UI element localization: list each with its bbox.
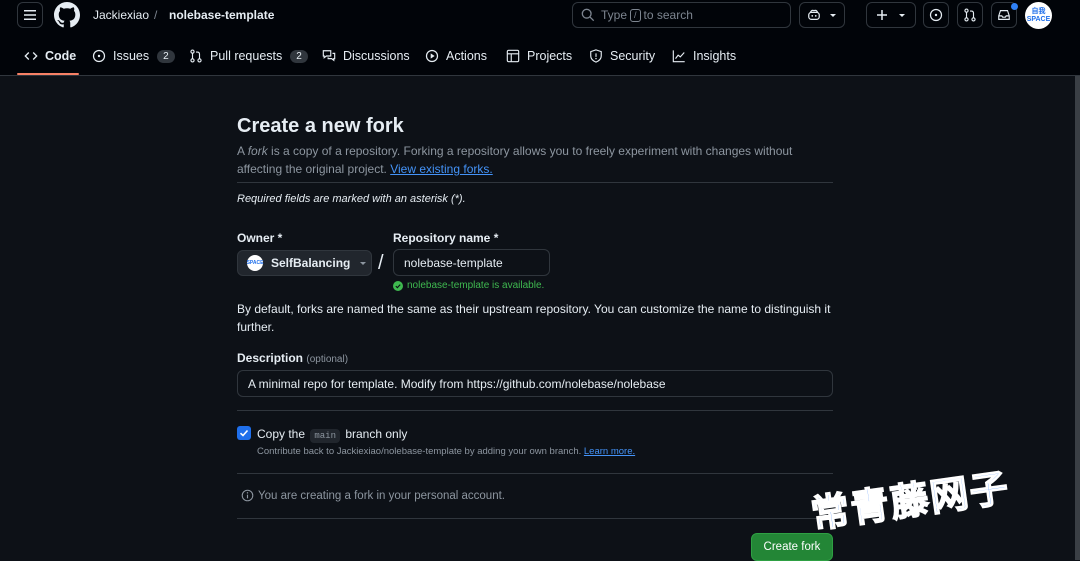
page-subtitle: A fork is a copy of a repository. Forkin… — [237, 142, 797, 178]
search-shortcut-key: / — [630, 8, 641, 22]
table-icon — [506, 49, 520, 63]
repo-name-label: Repository name * — [393, 231, 499, 245]
divider — [237, 473, 833, 474]
pull-request-icon — [964, 8, 976, 22]
triangle-down-icon — [360, 262, 367, 265]
subtitle-text-a: A — [237, 144, 248, 158]
tab-label: Issues — [113, 49, 150, 63]
info-icon — [241, 489, 254, 502]
tab-counter: 2 — [157, 49, 175, 63]
tab-label: Projects — [527, 49, 573, 63]
pull-request-icon — [190, 49, 202, 63]
tab-security[interactable]: Security — [589, 38, 655, 74]
search-icon — [581, 8, 595, 22]
check-icon — [239, 429, 249, 437]
code-icon — [24, 52, 38, 60]
tab-actions[interactable]: Actions — [425, 38, 487, 74]
tab-label: Code — [45, 49, 77, 63]
hamburger-icon — [24, 10, 36, 20]
tab-label: Actions — [446, 49, 487, 63]
availability-text: nolebase-template is available. — [407, 280, 545, 291]
shield-icon — [590, 49, 602, 63]
global-header: Jackiexiao / nolebase-template Type / to… — [0, 0, 1080, 76]
tab-issues[interactable]: Issues 2 — [92, 38, 175, 74]
pull-requests-button[interactable] — [957, 2, 983, 28]
search-suffix: to search — [643, 8, 693, 22]
search-prefix: Type — [601, 8, 628, 22]
breadcrumb-separator: / — [154, 8, 158, 22]
issues-button[interactable] — [923, 2, 949, 28]
inbox-icon — [998, 10, 1010, 20]
github-logo-icon[interactable] — [54, 2, 80, 28]
owner-label: Owner * — [237, 231, 283, 245]
avatar-text-bottom: SPACE — [1026, 15, 1051, 23]
scrollbar-track[interactable] — [1075, 76, 1080, 560]
description-label-text: Description — [237, 351, 304, 365]
learn-more-link[interactable]: Learn more. — [584, 446, 635, 457]
owner-select[interactable]: SPACE SelfBalancing — [237, 250, 372, 276]
watermark-text: 常青藤网子 — [808, 465, 1014, 538]
subtitle-emphasis: fork — [247, 144, 268, 158]
branch-name-code: main — [310, 429, 340, 443]
user-avatar[interactable]: 自我 SPACE — [1025, 2, 1052, 29]
chevron-down-icon — [899, 14, 905, 17]
owner-avatar: SPACE — [247, 255, 263, 271]
optional-tag: (optional) — [306, 354, 349, 365]
breadcrumb-owner[interactable]: Jackiexiao — [93, 8, 149, 22]
tab-label: Security — [610, 49, 656, 63]
tab-projects[interactable]: Projects — [506, 38, 572, 74]
tab-discussions[interactable]: Discussions — [322, 38, 410, 74]
chevron-down-icon — [830, 14, 836, 17]
owner-value: SelfBalancing — [271, 256, 351, 270]
divider — [237, 410, 833, 411]
play-circle-icon — [425, 49, 439, 63]
check-circle-icon — [393, 280, 403, 291]
copy-branch-help: Contribute back to Jackiexiao/nolebase-t… — [257, 446, 635, 457]
copy-suffix: branch only — [345, 427, 408, 441]
availability-message: nolebase-template is available. — [393, 280, 544, 291]
repo-nav-tabs: Code Issues 2 Pull requests 2 Discussion… — [0, 38, 1080, 76]
tab-code[interactable]: Code — [24, 38, 76, 74]
breadcrumb-repo[interactable]: nolebase-template — [169, 8, 274, 22]
copy-branch-label[interactable]: Copy the main branch only — [257, 427, 408, 443]
page-title: Create a new fork — [237, 115, 404, 137]
required-fields-note: Required fields are marked with an aster… — [237, 193, 466, 205]
copy-main-branch-checkbox[interactable] — [237, 426, 251, 440]
divider — [237, 518, 833, 519]
discussion-icon — [322, 50, 336, 62]
search-input[interactable]: Type / to search — [572, 2, 791, 28]
tab-label: Discussions — [343, 49, 410, 63]
copy-help-text: Contribute back to Jackiexiao/nolebase-t… — [257, 446, 582, 457]
subtitle-text-b: is a copy of a repository. Forking a rep… — [237, 144, 793, 176]
notification-dot — [1011, 3, 1018, 10]
divider — [237, 182, 833, 183]
plus-icon — [877, 10, 887, 20]
view-forks-link[interactable]: View existing forks. — [390, 162, 493, 176]
tab-label: Pull requests — [210, 49, 283, 63]
create-new-button[interactable] — [866, 2, 916, 28]
description-input[interactable] — [237, 370, 833, 397]
issue-circle-icon — [92, 49, 106, 63]
graph-icon — [672, 50, 685, 63]
personal-account-info: You are creating a fork in your personal… — [241, 489, 505, 502]
copilot-button[interactable] — [799, 2, 845, 28]
tab-label: Insights — [693, 49, 737, 63]
owner-repo-slash: / — [378, 252, 384, 274]
description-label: Description (optional) — [237, 351, 348, 365]
top-bar: Jackiexiao / nolebase-template Type / to… — [0, 0, 1080, 32]
default-name-note: By default, forks are named the same as … — [237, 302, 831, 334]
copy-prefix: Copy the — [257, 427, 306, 441]
avatar-text-top: 自我 — [1031, 7, 1046, 15]
repo-name-input[interactable] — [393, 249, 550, 276]
tab-insights[interactable]: Insights — [672, 38, 736, 74]
copilot-icon — [808, 9, 820, 20]
issue-circle-icon — [929, 8, 943, 22]
active-tab-indicator — [17, 73, 79, 75]
tab-pull-requests[interactable]: Pull requests 2 — [189, 38, 308, 74]
info-text: You are creating a fork in your personal… — [258, 489, 505, 502]
tab-counter: 2 — [290, 49, 308, 63]
menu-button[interactable] — [17, 2, 43, 28]
